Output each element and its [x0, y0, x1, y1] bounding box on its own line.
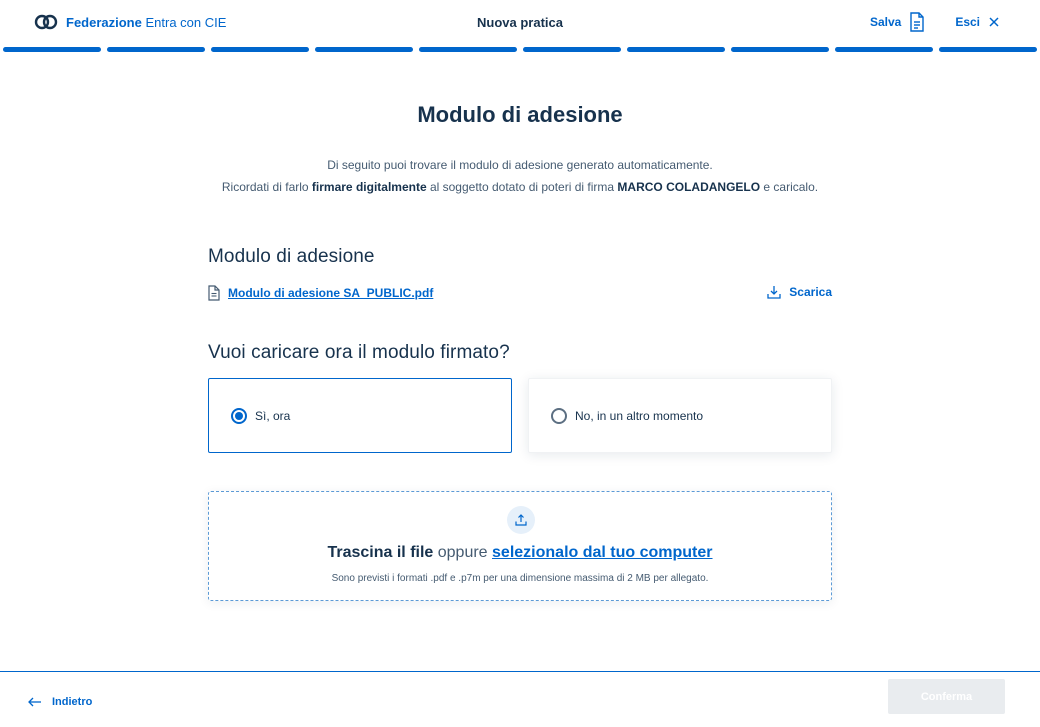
stepper-segment: [627, 47, 725, 52]
select-file-link[interactable]: selezionalo dal tuo computer: [492, 544, 712, 561]
stepper-segment: [419, 47, 517, 52]
back-label: Indietro: [52, 696, 93, 708]
download-label: Scarica: [789, 285, 832, 299]
stepper-segment: [939, 47, 1037, 52]
stepper-segment: [523, 47, 621, 52]
confirm-button[interactable]: Conferma: [888, 679, 1005, 714]
file-dropzone[interactable]: Trascina il file oppure selezionalo dal …: [208, 491, 832, 601]
download-icon: [767, 286, 781, 299]
option-yes-now[interactable]: Sì, ora: [208, 378, 512, 453]
save-button[interactable]: Salva: [870, 12, 925, 32]
footer-divider: [0, 671, 1040, 672]
stepper-segment: [315, 47, 413, 52]
upload-question: Vuoi caricare ora il modulo firmato?: [208, 342, 510, 363]
close-icon: [989, 17, 999, 27]
document-icon: [910, 12, 925, 32]
module-file-link[interactable]: Modulo di adesione SA_PUBLIC.pdf: [208, 285, 433, 301]
intro-line-1: Di seguito puoi trovare il modulo di ade…: [327, 158, 713, 172]
exit-button[interactable]: Esci: [955, 15, 1000, 29]
intro-line-2: Ricordati di farlo firmare digitalmente …: [221, 180, 819, 194]
stepper-segment: [731, 47, 829, 52]
module-section-title: Modulo di adesione: [208, 246, 375, 267]
dropzone-hint: Sono previsti i formati .pdf e .p7m per …: [331, 573, 709, 584]
progress-stepper: [3, 47, 1037, 53]
option-later[interactable]: No, in un altro momento: [528, 378, 832, 453]
radio-unselected-icon[interactable]: [551, 407, 567, 424]
option-yes-label: Sì, ora: [255, 408, 291, 423]
save-label: Salva: [869, 15, 902, 29]
intro-text: Di seguito puoi trovare il modulo di ade…: [0, 154, 1040, 198]
dropzone-text: Trascina il file oppure selezionalo dal …: [327, 544, 713, 561]
download-button[interactable]: Scarica: [767, 285, 832, 299]
option-later-label: No, in un altro momento: [575, 408, 704, 423]
stepper-segment: [107, 47, 205, 52]
upload-icon: [507, 506, 535, 534]
file-icon: [208, 285, 220, 301]
stepper-segment: [211, 47, 309, 52]
stepper-segment: [3, 47, 101, 52]
back-button[interactable]: Indietro: [28, 696, 92, 708]
file-row: Modulo di adesione SA_PUBLIC.pdf Scarica: [208, 285, 832, 303]
radio-selected-icon[interactable]: [231, 407, 247, 424]
module-file-name: Modulo di adesione SA_PUBLIC.pdf: [228, 286, 434, 300]
header-actions: Salva Esci: [870, 12, 1000, 32]
stepper-segment: [835, 47, 933, 52]
top-bar: Federazione Entra con CIE Nuova pratica …: [0, 0, 1040, 46]
arrow-left-icon: [28, 697, 41, 707]
exit-label: Esci: [955, 15, 980, 29]
page-title: Modulo di adesione: [417, 102, 623, 127]
